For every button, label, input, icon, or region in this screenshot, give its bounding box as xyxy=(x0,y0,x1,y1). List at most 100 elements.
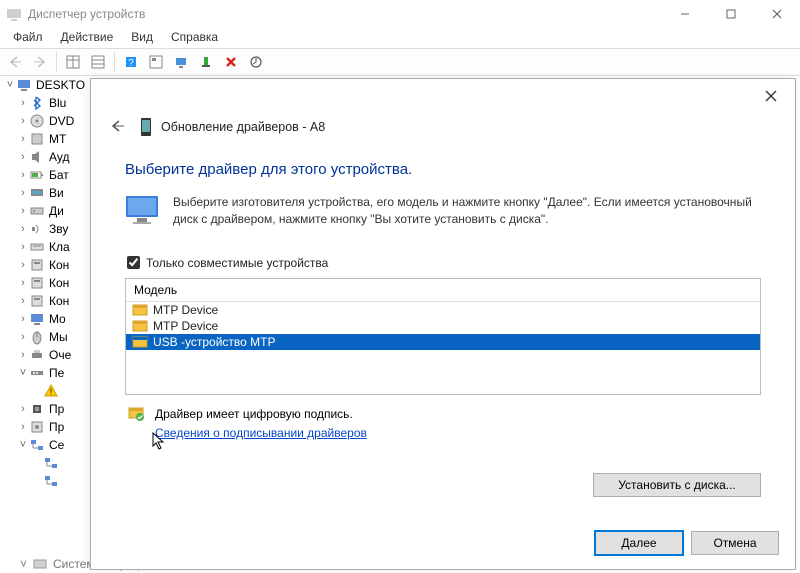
collapse-icon[interactable]: ˅ xyxy=(4,79,16,91)
model-list-box: Модель MTP Device MTP Device USB -устройст… xyxy=(125,278,761,395)
menu-help[interactable]: Справка xyxy=(162,28,227,48)
device-icon xyxy=(29,131,45,147)
model-list-item[interactable]: USB -устройство MTP xyxy=(126,334,760,350)
tree-item-label: Пе xyxy=(49,366,64,380)
svg-text:?: ? xyxy=(128,58,134,69)
device-icon xyxy=(29,185,45,201)
expand-icon[interactable]: › xyxy=(17,97,29,109)
maximize-button[interactable] xyxy=(708,0,754,28)
expand-icon[interactable]: › xyxy=(17,169,29,181)
toolbar: ? xyxy=(0,48,800,76)
model-list[interactable]: MTP Device MTP Device USB -устройство MTP xyxy=(126,302,760,394)
model-label: USB -устройство MTP xyxy=(153,335,276,349)
tree-item-label: Кон xyxy=(49,294,69,308)
tree-item-label: Пр xyxy=(49,420,64,434)
tree-item-label: Мы xyxy=(49,330,68,344)
expand-icon[interactable]: ˅ xyxy=(17,367,29,379)
compatible-checkbox-label: Только совместимые устройства xyxy=(146,256,328,270)
back-button[interactable] xyxy=(3,50,27,74)
next-button[interactable]: Далее xyxy=(595,531,683,555)
expand-icon[interactable]: › xyxy=(17,187,29,199)
model-list-header[interactable]: Модель xyxy=(126,279,760,302)
monitor-icon xyxy=(125,194,159,226)
model-list-item[interactable]: MTP Device xyxy=(126,302,760,318)
model-list-item[interactable]: MTP Device xyxy=(126,318,760,334)
tree-item-label: Ауд xyxy=(49,150,69,164)
tree-item-label: Оче xyxy=(49,348,71,362)
driver-signature-text: Драйвер имеет цифровую подпись. xyxy=(155,407,353,421)
uninstall-button[interactable] xyxy=(219,50,243,74)
driver-signature-info-link[interactable]: Сведения о подписывании драйверов xyxy=(155,426,367,440)
install-from-disk-button[interactable]: Установить с диска... xyxy=(593,473,761,497)
enable-device-button[interactable] xyxy=(194,50,218,74)
dialog-back-button[interactable] xyxy=(109,119,125,136)
dialog-instruction: Выберите изготовителя устройства, его мо… xyxy=(173,194,761,228)
details-view-button[interactable] xyxy=(61,50,85,74)
tree-item-label: Бат xyxy=(49,168,69,182)
expand-icon[interactable]: › xyxy=(17,349,29,361)
tree-item-label: Кон xyxy=(49,276,69,290)
tree-item-label: Кла xyxy=(49,240,70,254)
scan-button[interactable] xyxy=(169,50,193,74)
tree-item-label: Blu xyxy=(49,96,66,110)
device-icon xyxy=(43,473,59,489)
compatible-checkbox-row[interactable]: Только совместимые устройства xyxy=(125,256,761,270)
tree-item-label: Пр xyxy=(49,402,64,416)
expand-icon[interactable]: › xyxy=(17,241,29,253)
title-bar: Диспетчер устройств xyxy=(0,0,800,28)
device-icon xyxy=(29,239,45,255)
tree-item-label: DVD xyxy=(49,114,74,128)
expand-icon[interactable]: › xyxy=(17,313,29,325)
menu-view[interactable]: Вид xyxy=(122,28,162,48)
tree-item-label: Се xyxy=(49,438,64,452)
expand-icon[interactable]: › xyxy=(17,115,29,127)
menu-bar: Файл Действие Вид Справка xyxy=(0,28,800,48)
update-driver-dialog: Обновление драйверов - A8 Выберите драйв… xyxy=(90,78,796,570)
dialog-title: Обновление драйверов - A8 xyxy=(161,120,325,134)
dialog-heading: Выберите драйвер для этого устройства. xyxy=(125,161,761,178)
properties-button[interactable] xyxy=(144,50,168,74)
expand-icon[interactable]: ˅ xyxy=(17,439,29,451)
device-icon xyxy=(29,95,45,111)
expand-icon[interactable]: › xyxy=(17,151,29,163)
expand-icon[interactable]: › xyxy=(17,331,29,343)
minimize-button[interactable] xyxy=(662,0,708,28)
close-button[interactable] xyxy=(754,0,800,28)
device-icon xyxy=(29,257,45,273)
menu-action[interactable]: Действие xyxy=(52,28,123,48)
tree-item-label: Ви xyxy=(49,186,64,200)
menu-file[interactable]: Файл xyxy=(4,28,52,48)
forward-button[interactable] xyxy=(28,50,52,74)
device-icon xyxy=(29,113,45,129)
expand-icon[interactable]: › xyxy=(17,295,29,307)
signed-driver-icon xyxy=(127,405,145,426)
update-driver-button[interactable] xyxy=(244,50,268,74)
model-label: MTP Device xyxy=(153,319,218,333)
expand-icon[interactable]: › xyxy=(17,277,29,289)
toolbar-separator xyxy=(56,52,57,72)
device-icon xyxy=(29,347,45,363)
compatible-checkbox[interactable] xyxy=(127,256,140,269)
list-view-button[interactable] xyxy=(86,50,110,74)
device-icon xyxy=(29,149,45,165)
device-icon xyxy=(139,117,153,137)
expand-icon[interactable]: › xyxy=(17,205,29,217)
device-icon xyxy=(29,419,45,435)
dialog-instruction-row: Выберите изготовителя устройства, его мо… xyxy=(125,194,761,228)
expand-icon[interactable]: › xyxy=(17,133,29,145)
expand-icon[interactable]: › xyxy=(17,223,29,235)
tree-item-label: Ди xyxy=(49,204,64,218)
tree-item-label: MT xyxy=(49,132,66,146)
device-icon xyxy=(29,203,45,219)
expand-icon[interactable]: › xyxy=(17,259,29,271)
cancel-button[interactable]: Отмена xyxy=(691,531,779,555)
help-button[interactable]: ? xyxy=(119,50,143,74)
device-icon xyxy=(29,329,45,345)
expand-icon[interactable]: › xyxy=(17,403,29,415)
model-label: MTP Device xyxy=(153,303,218,317)
device-icon xyxy=(29,311,45,327)
dialog-close-button[interactable] xyxy=(757,82,785,110)
tree-root-label: DESKTO xyxy=(36,78,85,92)
expand-icon[interactable]: › xyxy=(17,421,29,433)
window-title: Диспетчер устройств xyxy=(28,7,662,21)
